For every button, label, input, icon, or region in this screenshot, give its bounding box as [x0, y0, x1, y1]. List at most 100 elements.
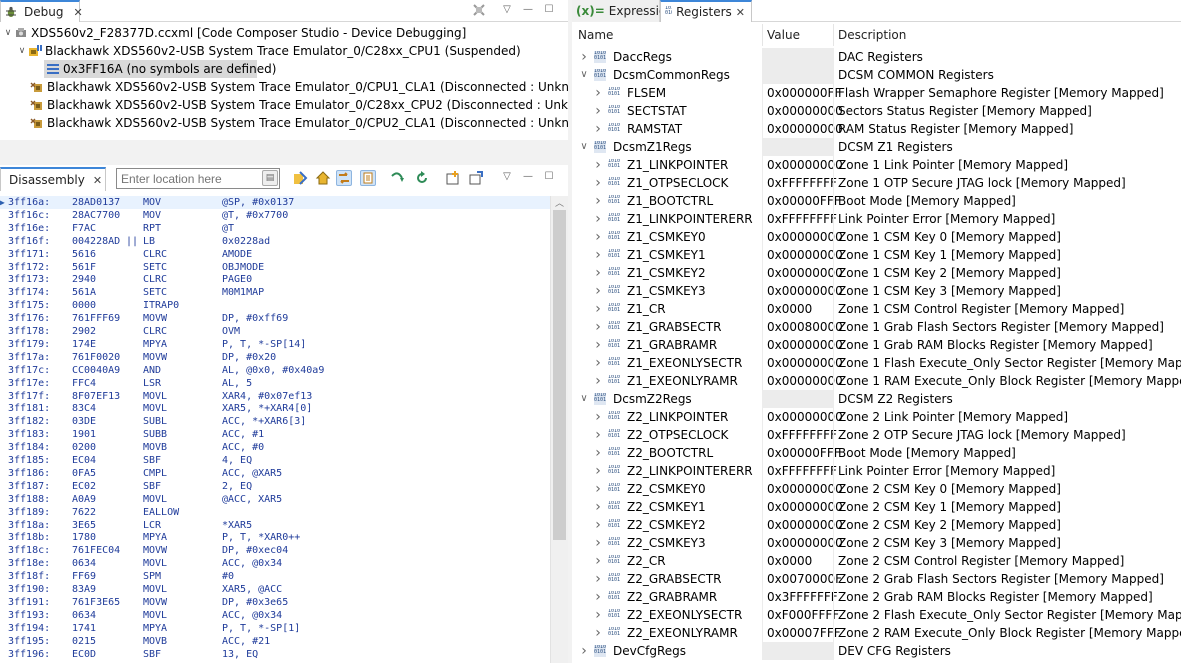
- expand-chevron-icon[interactable]: ›: [592, 552, 604, 570]
- register-group-row[interactable]: ∨ 1010 0101 DcsmZ1Regs DCSM Z1 Registers: [572, 138, 1181, 156]
- register-row[interactable]: › 1010 0101 Z1_BOOTCTRL 0x00000FFF Boot Mode …: [572, 192, 1181, 210]
- disassembly-row[interactable]: 3ff17f: 8F07EF13 MOVL XAR4, #0x07ef13: [0, 390, 550, 403]
- tree-item-cpu2-cla1[interactable]: Blackhawk XDS560v2-USB System Trace Emul…: [0, 114, 568, 132]
- register-value[interactable]: 0xFFFFFFFF: [767, 210, 837, 228]
- expand-chevron-icon[interactable]: ›: [592, 462, 604, 480]
- register-group-row[interactable]: › 1010 0101 DaccRegs DAC Registers: [572, 48, 1181, 66]
- disassembly-listing[interactable]: 3ff16a: 28AD0137 MOV @SP, #0x0137 ▶ 3ff16c: 28…: [0, 196, 550, 663]
- register-row[interactable]: › 1010 0101 Z2_BOOTCTRL 0x00000FFF Boot Mode …: [572, 444, 1181, 462]
- expand-chevron-icon[interactable]: ›: [592, 534, 604, 552]
- register-value[interactable]: 0x00000FFF: [767, 444, 841, 462]
- disassembly-row[interactable]: 3ff16e: F7AC RPT @T: [0, 222, 550, 235]
- disassembly-row[interactable]: 3ff194: 1741 MPYA P, T, *-SP[1]: [0, 622, 550, 635]
- register-row[interactable]: › 1010 0101 Z2_GRABRAMR 0x3FFFFFFF Zone 2 Gra…: [572, 588, 1181, 606]
- register-row[interactable]: › 1010 0101 Z1_CSMKEY2 0x00000000 Zone 1 CSM …: [572, 264, 1181, 282]
- register-row[interactable]: › 1010 0101 Z2_CSMKEY2 0x00000000 Zone 2 CSM …: [572, 516, 1181, 534]
- tab-registers[interactable]: 10100101 Registers ✕: [660, 0, 752, 22]
- expand-chevron-icon[interactable]: ›: [592, 318, 604, 336]
- register-value[interactable]: 0x00080000: [767, 318, 843, 336]
- scrollbar-thumb[interactable]: [553, 210, 566, 540]
- go-to-location-icon[interactable]: [292, 170, 308, 186]
- expand-chevron-icon[interactable]: ›: [592, 606, 604, 624]
- register-row[interactable]: › 1010 0101 Z1_OTPSECLOCK 0xFFFFFFFF Zone 1 O…: [572, 174, 1181, 192]
- register-row[interactable]: › 1010 0101 Z2_EXEONLYSECTR 0xF000FFFF Zone 2…: [572, 606, 1181, 624]
- register-value[interactable]: 0x00000000: [767, 246, 843, 264]
- expand-chevron-icon[interactable]: ›: [592, 624, 604, 642]
- register-value[interactable]: 0xFFFFFFFF: [767, 462, 837, 480]
- expand-chevron-icon[interactable]: ›: [592, 300, 604, 318]
- register-value[interactable]: 0x00000000: [767, 480, 843, 498]
- column-header-value[interactable]: Value: [767, 24, 837, 46]
- column-header-description[interactable]: Description: [838, 24, 1138, 46]
- disassembly-row[interactable]: 3ff17c: CC0040A9 AND AL, @0x0, #0x40a9: [0, 364, 550, 377]
- disassembly-row[interactable]: 3ff179: 174E MPYA P, T, *-SP[14]: [0, 338, 550, 351]
- register-row[interactable]: › 1010 0101 Z2_LINKPOINTERERR 0xFFFFFFFF Link…: [572, 462, 1181, 480]
- link-with-debug-icon[interactable]: [336, 170, 352, 186]
- expand-chevron-icon[interactable]: ›: [592, 480, 604, 498]
- expand-chevron-icon[interactable]: ›: [592, 516, 604, 534]
- disassembly-row[interactable]: 3ff188: A0A9 MOVL @ACC, XAR5: [0, 493, 550, 506]
- collapse-chevron-icon[interactable]: ∨: [16, 46, 28, 56]
- disassembly-row[interactable]: 3ff17e: FFC4 LSR AL, 5: [0, 377, 550, 390]
- close-icon[interactable]: ✕: [93, 174, 102, 187]
- expand-chevron-icon[interactable]: ›: [592, 156, 604, 174]
- minimize-icon[interactable]: —: [521, 3, 535, 17]
- tab-disassembly[interactable]: ▸ Disassembly ✕: [0, 167, 106, 191]
- register-value[interactable]: 0x3FFFFFFF: [767, 588, 838, 606]
- register-value[interactable]: 0x00000000: [767, 516, 843, 534]
- register-value[interactable]: 0x00000000: [767, 228, 843, 246]
- disassembly-row[interactable]: 3ff182: 03DE SUBL ACC, *+XAR6[3]: [0, 415, 550, 428]
- disassembly-row[interactable]: 3ff181: 83C4 MOVL XAR5, *+XAR4[0]: [0, 402, 550, 415]
- tab-expressions[interactable]: (x)= Expressions: [572, 0, 680, 22]
- expand-chevron-icon[interactable]: ›: [592, 174, 604, 192]
- tree-item-stack-frame[interactable]: 0x3FF16A (no symbols are defined): [44, 60, 276, 78]
- scroll-up-icon[interactable]: ︿: [551, 196, 568, 209]
- register-value[interactable]: 0x00000000: [767, 282, 843, 300]
- location-input[interactable]: [116, 168, 280, 189]
- register-value[interactable]: 0x00007FFF: [767, 624, 841, 642]
- disassembly-scrollbar[interactable]: ︿: [550, 196, 568, 663]
- register-row[interactable]: › 1010 0101 Z1_GRABRAMR 0x00000000 Zone 1 Gra…: [572, 336, 1181, 354]
- disassembly-row[interactable]: 3ff17a: 761F0020 MOVW DP, #0x20: [0, 351, 550, 364]
- expand-chevron-icon[interactable]: ›: [592, 588, 604, 606]
- disassembly-row[interactable]: 3ff187: EC02 SBF 2, EQ: [0, 480, 550, 493]
- tree-item-cpu1[interactable]: ∨ Blackhawk XDS560v2-USB System Trace Em…: [0, 42, 568, 60]
- disassembly-row[interactable]: 3ff18c: 761FEC04 MOVW DP, #0xec04: [0, 544, 550, 557]
- disassembly-row[interactable]: 3ff183: 1901 SUBB ACC, #1: [0, 428, 550, 441]
- register-group-row[interactable]: › 1010 0101 DevCfgRegs DEV CFG Registers: [572, 642, 1181, 660]
- register-value[interactable]: 0x00000000: [767, 354, 843, 372]
- register-row[interactable]: › 1010 0101 Z2_CR 0x0000 Zone 2 CSM Control R…: [572, 552, 1181, 570]
- maximize-icon[interactable]: ☐: [542, 170, 556, 184]
- register-value[interactable]: 0x00000000: [767, 102, 843, 120]
- expand-chevron-icon[interactable]: ›: [592, 498, 604, 516]
- register-value[interactable]: 0xFFFFFFFF: [767, 174, 837, 192]
- expand-chevron-icon[interactable]: ›: [578, 642, 590, 660]
- close-icon[interactable]: ✕: [73, 6, 82, 19]
- register-row[interactable]: › 1010 0101 Z1_CSMKEY1 0x00000000 Zone 1 CSM …: [572, 246, 1181, 264]
- disassembly-row[interactable]: 3ff189: 7622 EALLOW: [0, 506, 550, 519]
- expand-chevron-icon[interactable]: ›: [592, 336, 604, 354]
- register-value[interactable]: 0x00000000: [767, 156, 843, 174]
- register-row[interactable]: › 1010 0101 Z2_GRABSECTR 0x0070000F Zone 2 Gr…: [572, 570, 1181, 588]
- expand-chevron-icon[interactable]: ›: [592, 354, 604, 372]
- register-row[interactable]: › 1010 0101 Z2_EXEONLYRAMR 0x00007FFF Zone 2 …: [572, 624, 1181, 642]
- register-row[interactable]: › 1010 0101 Z1_EXEONLYSECTR 0x00000000 Zone 1…: [572, 354, 1181, 372]
- refresh-icon[interactable]: [414, 170, 430, 186]
- expand-chevron-icon[interactable]: ›: [592, 372, 604, 390]
- disassembly-row[interactable]: 3ff184: 0200 MOVB ACC, #0: [0, 441, 550, 454]
- view-menu-icon[interactable]: ▽: [500, 3, 514, 17]
- register-value[interactable]: 0x0070000F: [767, 570, 842, 588]
- expand-chevron-icon[interactable]: ›: [592, 210, 604, 228]
- minimize-icon[interactable]: —: [521, 170, 535, 184]
- expand-chevron-icon[interactable]: ›: [592, 570, 604, 588]
- expand-chevron-icon[interactable]: ›: [592, 102, 604, 120]
- register-value[interactable]: 0x000000FF: [767, 84, 841, 102]
- disassembly-row[interactable]: 3ff16a: 28AD0137 MOV @SP, #0x0137 ▶: [0, 196, 550, 209]
- location-history-icon[interactable]: ▤: [262, 170, 278, 186]
- register-value[interactable]: 0x00000000: [767, 120, 843, 138]
- register-row[interactable]: › 1010 0101 Z1_CR 0x0000 Zone 1 CSM Control R…: [572, 300, 1181, 318]
- register-value[interactable]: 0x00000000: [767, 264, 843, 282]
- maximize-icon[interactable]: ☐: [542, 3, 556, 17]
- expand-chevron-icon[interactable]: ›: [592, 84, 604, 102]
- view-menu-icon[interactable]: ▽: [500, 170, 514, 184]
